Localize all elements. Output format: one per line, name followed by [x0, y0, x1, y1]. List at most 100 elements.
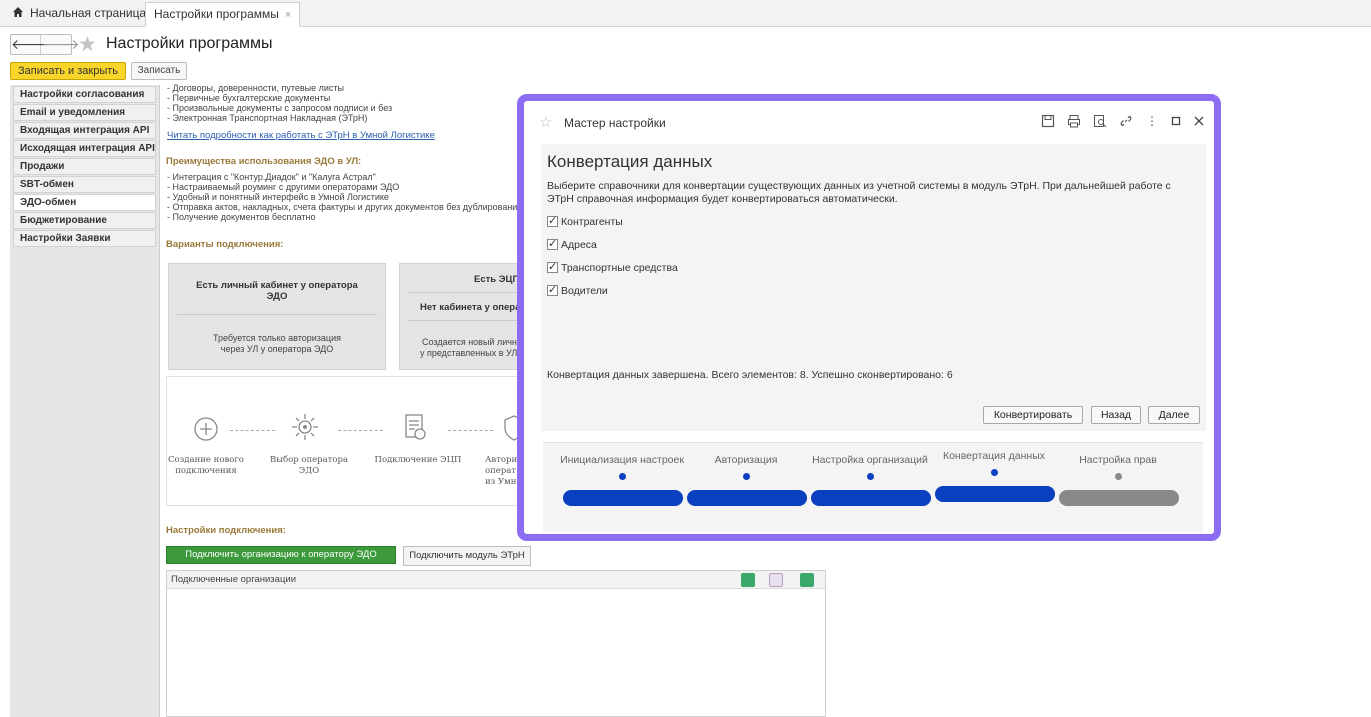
step-connector — [448, 430, 493, 431]
card-divider — [408, 292, 520, 293]
step-label: Создание нового подключения — [168, 455, 244, 476]
card-title: Нет кабинета у опера — [420, 302, 521, 313]
progress-step-label: Авторизация — [714, 454, 778, 466]
back-button[interactable]: Назад — [1091, 406, 1141, 424]
checkbox-addresses[interactable]: Адреса — [547, 237, 597, 251]
checkbox-vehicles[interactable]: Транспортные средства — [547, 260, 678, 274]
preview-icon[interactable] — [1093, 114, 1107, 128]
connect-etrn-button[interactable]: Подключить модуль ЭТрН — [403, 546, 531, 566]
progress-step-label: Настройка организаций — [812, 454, 928, 466]
dialog-heading: Конвертация данных — [547, 152, 713, 171]
setup-wizard-dialog: ☆ Мастер настройки ⋮ Конвертация данных … — [517, 94, 1221, 541]
checkbox[interactable] — [547, 283, 558, 296]
sidebar-item-approval[interactable]: Настройки согласования — [13, 86, 156, 103]
checkbox[interactable] — [547, 237, 558, 250]
back-button[interactable]: 🡐 — [11, 35, 49, 54]
close-tab-icon[interactable]: × — [285, 9, 291, 21]
convert-button[interactable]: Конвертировать — [983, 406, 1083, 424]
wizard-progress: Инициализация настроек Авторизация Настр… — [543, 442, 1203, 532]
progress-step-label: Конвертация данных — [942, 450, 1046, 462]
progress-dot — [867, 473, 874, 480]
save-and-close-button[interactable]: Записать и закрыть — [10, 62, 126, 80]
progress-step-label: Настройка прав — [1079, 454, 1157, 466]
progress-dot — [619, 473, 626, 480]
sidebar-item-incoming-api[interactable]: Входящая интеграция API — [13, 122, 156, 139]
advantage-line: - Отправка актов, накладных, счета факту… — [167, 202, 523, 212]
checkbox-counterparties[interactable]: Контрагенты — [547, 214, 623, 228]
etrn-details-link[interactable]: Читать подробности как работать с ЭТрН в… — [167, 130, 435, 141]
advantages-header: Преимущества использования ЭДО в УЛ: — [166, 156, 362, 167]
sidebar: Настройки согласования Email и уведомлен… — [10, 85, 160, 717]
favorite-star-icon[interactable]: ★ — [78, 32, 97, 57]
advantage-line: - Настраиваемый роуминг с другими операт… — [167, 182, 400, 192]
home-icon — [13, 7, 23, 17]
dialog-titlebar: ☆ Мастер настройки ⋮ — [524, 101, 1214, 141]
nav-buttons: 🡐 🡒 — [10, 34, 80, 55]
dialog-title: Мастер настройки — [564, 116, 666, 130]
operator-select-icon — [292, 414, 318, 440]
card-text: Создается новый личн — [422, 337, 517, 347]
tab-home[interactable]: Начальная страница — [4, 2, 154, 27]
sidebar-item-sales[interactable]: Продажи — [13, 158, 156, 175]
step-label: Выбор оператора ЭДО — [269, 455, 349, 476]
checkbox[interactable] — [547, 260, 558, 273]
link-icon[interactable] — [1119, 114, 1133, 128]
card-text: через УЛ у оператора ЭДО — [220, 344, 334, 354]
more-menu-icon[interactable]: ⋮ — [1145, 114, 1159, 128]
variant-card-cabinet[interactable]: Есть личный кабинет у оператора ЭДО Треб… — [168, 263, 386, 370]
progress-bar-step — [563, 490, 683, 506]
maximize-icon[interactable] — [1169, 114, 1183, 128]
plus-circle-icon — [194, 417, 218, 441]
forward-button[interactable]: 🡒 — [42, 35, 80, 54]
save-icon[interactable] — [1041, 114, 1055, 128]
tab-settings-label: Настройки программы — [154, 7, 279, 21]
user-icon[interactable] — [769, 573, 783, 587]
connection-settings-header: Настройки подключения: — [166, 525, 286, 536]
connected-organizations-table[interactable]: Подключенные организации — [166, 570, 826, 717]
sidebar-item-request-settings[interactable]: Настройки Заявки — [13, 230, 156, 247]
refresh-icon[interactable] — [800, 573, 814, 587]
card-title: ЭДО — [266, 291, 288, 302]
progress-bar-step — [687, 490, 807, 506]
signature-certificate-icon — [405, 414, 426, 440]
sidebar-item-sbt[interactable]: SBT-обмен — [13, 176, 156, 193]
advantage-line: - Получение документов бесплатно — [167, 212, 316, 222]
favorite-star-icon[interactable]: ☆ — [539, 113, 552, 131]
conversion-status: Конвертация данных завершена. Всего элем… — [547, 369, 953, 381]
tab-bar: Начальная страница Настройки программы × — [0, 0, 1371, 27]
sidebar-item-budgeting[interactable]: Бюджетирование — [13, 212, 156, 229]
progress-bar-step — [811, 490, 931, 506]
variant-card-signature[interactable]: Есть ЭЦП Нет кабинета у опера Создается … — [399, 263, 529, 370]
print-icon[interactable] — [1067, 114, 1081, 128]
card-divider — [408, 320, 520, 321]
sidebar-item-email[interactable]: Email и уведомления — [13, 104, 156, 121]
page-title: Настройки программы — [106, 35, 273, 52]
connection-steps — [166, 376, 526, 506]
checkbox[interactable] — [547, 214, 558, 227]
progress-dot — [991, 469, 998, 476]
doc-line: - Электронная Транспортная Накладная (ЭТ… — [167, 113, 368, 123]
step-connector — [338, 430, 383, 431]
progress-dot — [1115, 473, 1122, 480]
tab-settings[interactable]: Настройки программы × — [145, 2, 301, 27]
edit-icon[interactable] — [741, 573, 755, 587]
next-button[interactable]: Далее — [1148, 406, 1200, 424]
progress-dot — [743, 473, 750, 480]
dialog-body: Конвертация данных Выберите справочники … — [541, 144, 1206, 431]
close-icon[interactable] — [1192, 114, 1206, 128]
save-button[interactable]: Записать — [131, 62, 187, 80]
card-title: Есть личный кабинет у оператора — [196, 280, 358, 291]
checkbox-drivers[interactable]: Водители — [547, 283, 608, 297]
connect-organization-button[interactable]: Подключить организацию к оператору ЭДО — [166, 546, 396, 564]
doc-line: - Договоры, доверенности, путевые листы — [167, 83, 345, 93]
advantage-line: - Интеграция с "Контур.Диадок" и "Калуга… — [167, 172, 376, 182]
step-label: Подключение ЭЦП — [374, 455, 462, 465]
tab-home-label: Начальная страница — [30, 6, 147, 20]
advantage-line: - Удобный и понятный интерфейс в Умной Л… — [167, 192, 389, 202]
sidebar-item-edo[interactable]: ЭДО-обмен — [13, 194, 156, 211]
card-text: у представленных в УЛ — [420, 348, 518, 358]
sidebar-item-outgoing-api[interactable]: Исходящая интеграция API — [13, 140, 156, 157]
doc-line: - Первичные бухгалтерские документы — [167, 93, 331, 103]
progress-bar-step — [1059, 490, 1179, 506]
card-title: Есть ЭЦП — [474, 274, 520, 285]
